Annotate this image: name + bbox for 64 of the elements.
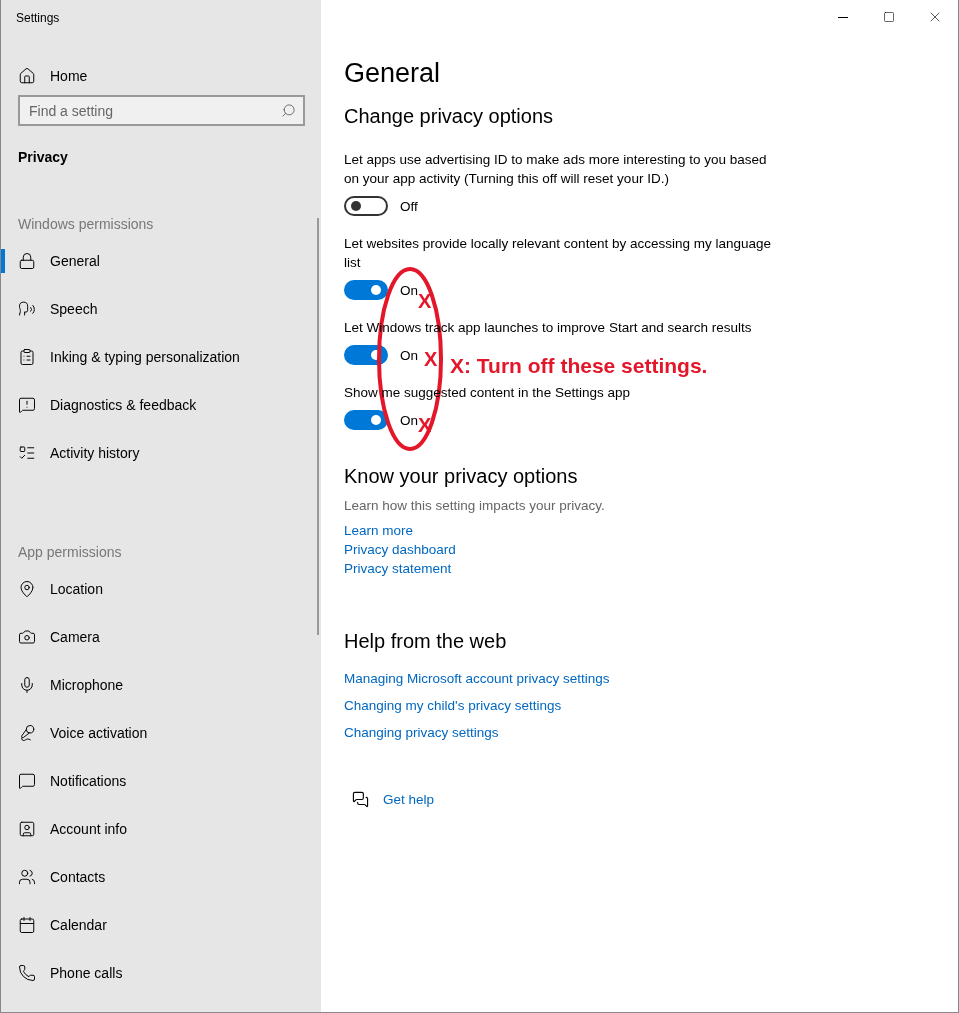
page-title: General (344, 57, 442, 90)
toggle-switch[interactable] (344, 410, 388, 430)
description: Learn how this setting impacts your privacy. (344, 497, 606, 515)
phone-icon (18, 964, 36, 982)
section-heading: Change privacy options (344, 104, 554, 129)
section-heading: App permissions (18, 543, 123, 562)
window-title: Settings (16, 11, 61, 27)
message-icon (18, 772, 36, 790)
scrollbar[interactable] (317, 218, 319, 635)
category-title: Privacy (18, 149, 69, 167)
toggle-state: On (400, 347, 418, 363)
help-chat-icon (352, 791, 369, 808)
link[interactable]: Changing privacy settings (344, 723, 499, 742)
home-link[interactable]: Home (18, 64, 321, 88)
pin-icon (18, 580, 36, 598)
toggle-state: On (400, 282, 418, 298)
link[interactable]: Managing Microsoft account privacy settings (344, 669, 610, 688)
nav-item[interactable]: Voice activation (1, 709, 321, 757)
link[interactable]: Changing my child's privacy settings (344, 696, 562, 715)
minimize-icon (838, 16, 848, 18)
annotation-mark: X (424, 348, 438, 370)
toggle-switch[interactable] (344, 196, 388, 216)
nav-item[interactable]: Notifications (1, 757, 321, 805)
setting-label: Let websites provide locally relevant content by accessing my language list (344, 235, 772, 272)
section-heading: Know your privacy options (344, 464, 579, 489)
clipboard-icon (18, 348, 36, 366)
section-heading: Windows permissions (18, 215, 155, 234)
nav-item[interactable]: Location (1, 565, 321, 613)
section-heading: Help from the web (344, 629, 508, 654)
lock-icon (18, 252, 36, 270)
nav-item[interactable]: Inking & typing personalization (1, 333, 321, 381)
person-card-icon (18, 820, 36, 838)
calendar-icon (18, 916, 36, 934)
speech-icon (18, 300, 36, 318)
microphone-icon (18, 724, 36, 742)
toggle-state: On (400, 412, 418, 428)
nav-item[interactable]: Contacts (1, 853, 321, 901)
toggle-state: Off (400, 198, 418, 214)
nav-item[interactable]: Account info (1, 805, 321, 853)
chat-warning-icon (18, 396, 36, 414)
link[interactable]: Privacy statement (344, 559, 452, 578)
nav-item[interactable]: Diagnostics & feedback (1, 381, 321, 429)
toggle-switch[interactable] (344, 345, 388, 365)
search-icon (281, 103, 296, 118)
maximize-icon (883, 11, 895, 23)
nav-item[interactable]: Activity history (1, 429, 321, 477)
camera-icon (18, 628, 36, 646)
link[interactable]: Privacy dashboard (344, 540, 456, 559)
home-icon (18, 67, 36, 85)
setting-label: Let apps use advertising ID to make ads more interesting to you based on your app activity (Turning this off will reset your ID.) (344, 151, 768, 188)
toggle-switch[interactable] (344, 280, 388, 300)
nav-item[interactable]: Camera (1, 613, 321, 661)
nav-item[interactable]: Phone calls (1, 949, 321, 997)
annotation-mark: X (418, 290, 432, 312)
nav-item[interactable]: Speech (1, 285, 321, 333)
people-icon (18, 868, 36, 886)
search-field[interactable]: Find a setting (18, 95, 305, 126)
nav-item[interactable]: Calendar (1, 901, 321, 949)
nav-item[interactable]: Microphone (1, 661, 321, 709)
get-help-link[interactable]: Get help (383, 790, 435, 809)
link[interactable]: Learn more (344, 521, 414, 540)
microphone-icon (18, 676, 36, 694)
list-icon (18, 444, 36, 462)
annotation-note: X: Turn off these settings. (450, 353, 708, 379)
